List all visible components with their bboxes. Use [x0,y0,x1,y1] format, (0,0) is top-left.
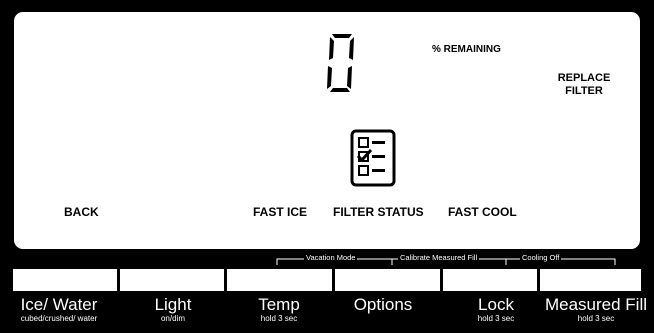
measured-fill-label: Measured Fill [544,295,648,314]
replace-filter-indicator: REPLACE FILTER [540,72,628,98]
filter-checklist-icon [350,129,396,187]
lock-sublabel: hold 3 sec [477,314,515,323]
fast-ice-label: FAST ICE [253,205,308,219]
filter-status-label: FILTER STATUS [333,205,424,219]
temp-sublabel: hold 3 sec [260,314,298,323]
percent-remaining-label: % REMAINING [432,44,501,55]
options-button[interactable] [335,269,440,291]
temp-button[interactable] [227,269,332,291]
seven-segment-digit-icon [327,34,354,92]
fast-cool-label: FAST COOL [448,205,517,219]
replace-filter-line2: FILTER [565,85,603,97]
cooling-off-label: Cooling Off [520,253,562,262]
ice-water-label: Ice/ Water [20,295,98,314]
light-button[interactable] [120,269,224,291]
options-label: Options [353,295,413,314]
vacation-mode-label: Vacation Mode [304,253,358,262]
measured-fill-button[interactable] [540,269,641,291]
hold-function-labels: Vacation Mode Calibrate Measured Fill Co… [276,253,616,265]
measured-fill-button-label: Measured Fill hold 3 sec [540,295,652,324]
replace-filter-line1: REPLACE [557,72,611,84]
light-button-label: Light on/dim [128,295,218,324]
light-label: Light [154,295,192,314]
lock-label: Lock [478,295,514,314]
ice-water-button-label: Ice/ Water cubed/crushed/ water [4,295,114,324]
button-row [13,269,641,291]
options-button-label: Options [333,296,433,314]
back-label: BACK [64,205,99,219]
measured-fill-sublabel: hold 3 sec [577,314,615,323]
temp-label: Temp [258,295,300,314]
lock-button[interactable] [443,269,537,291]
light-sublabel: on/dim [160,314,185,323]
temp-button-label: Temp hold 3 sec [234,295,324,324]
calibrate-measured-fill-label: Calibrate Measured Fill [398,253,480,262]
ice-water-sublabel: cubed/crushed/ water [20,314,98,323]
ice-water-button[interactable] [13,269,117,291]
lock-button-label: Lock hold 3 sec [446,295,546,324]
